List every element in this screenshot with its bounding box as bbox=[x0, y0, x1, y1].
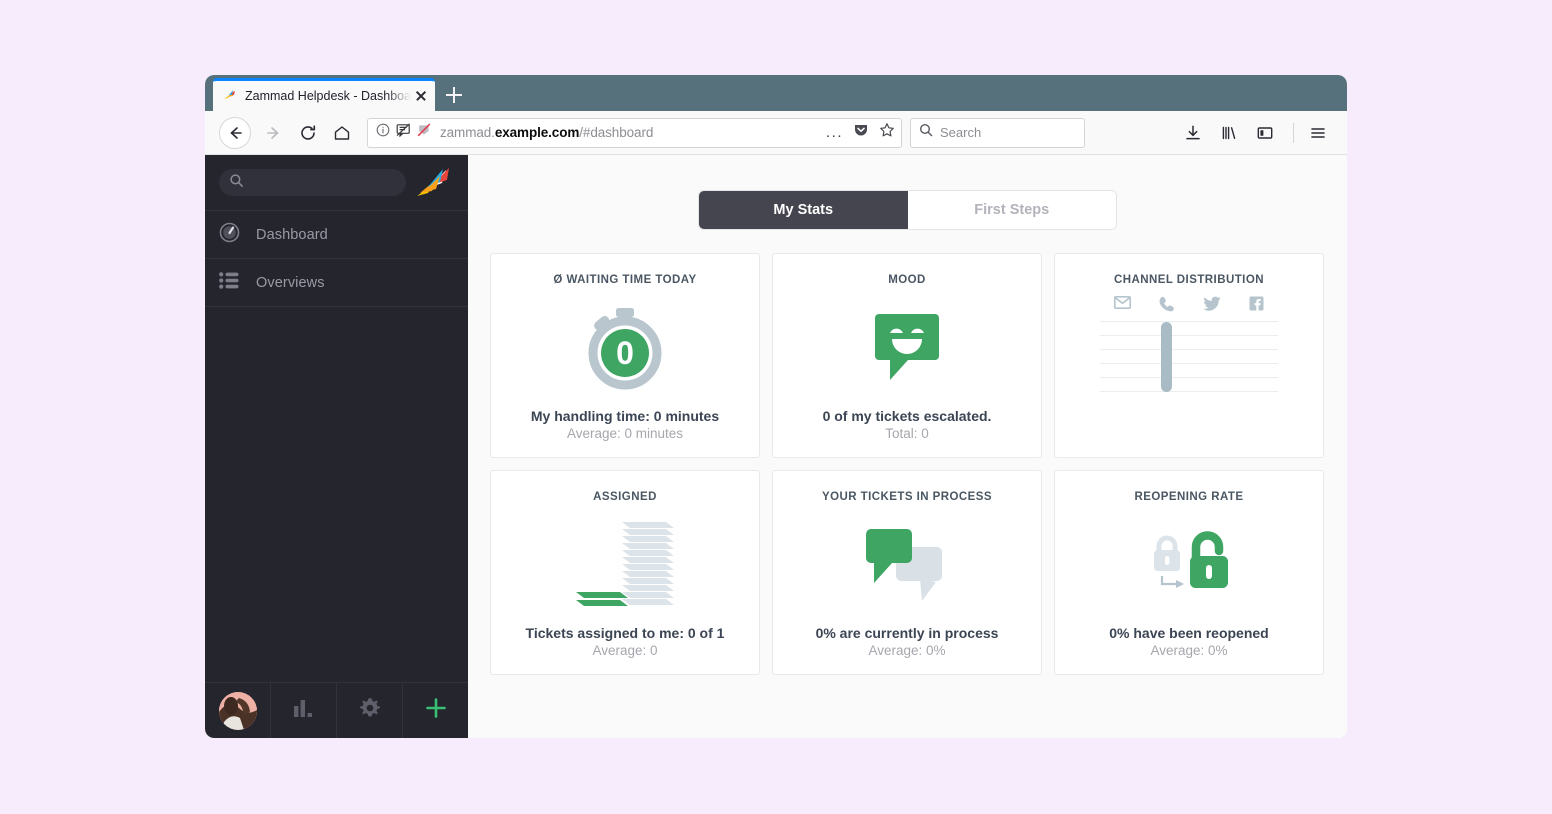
two-speech-bubbles-icon bbox=[773, 503, 1041, 625]
reload-icon[interactable] bbox=[293, 118, 323, 148]
new-tab-button[interactable] bbox=[441, 83, 467, 107]
card-title: ASSIGNED bbox=[593, 491, 657, 503]
pocket-icon[interactable] bbox=[853, 122, 869, 143]
back-arrow-icon[interactable] bbox=[219, 117, 251, 149]
channel-bar-chart bbox=[1100, 321, 1278, 393]
sidebar-bottom-bar bbox=[205, 682, 468, 738]
card-title: REOPENING RATE bbox=[1135, 491, 1244, 503]
library-icon[interactable] bbox=[1214, 118, 1244, 148]
card-reopening-rate[interactable]: REOPENING RATE bbox=[1054, 470, 1324, 675]
stopwatch-value: 0 bbox=[616, 335, 634, 371]
sidebar-item-label: Dashboard bbox=[256, 227, 328, 243]
reporting-button[interactable] bbox=[271, 683, 337, 738]
user-avatar-image bbox=[219, 692, 257, 730]
stats-card-grid: Ø WAITING TIME TODAY 0 My handling time:… bbox=[490, 253, 1330, 675]
card-sub-text: Total: 0 bbox=[885, 426, 929, 441]
tab-first-steps[interactable]: First Steps bbox=[908, 191, 1117, 229]
sidebar-spacer bbox=[205, 306, 468, 682]
card-channel-distribution[interactable]: CHANNEL DISTRIBUTION bbox=[1054, 253, 1324, 458]
card-main-text: 0% are currently in process bbox=[816, 625, 999, 641]
browser-search-box[interactable]: Search bbox=[910, 118, 1085, 148]
card-title: MOOD bbox=[888, 274, 926, 286]
close-icon[interactable] bbox=[413, 88, 429, 104]
stats-tab-switcher: My Stats First Steps bbox=[699, 191, 1116, 229]
app-sidebar: Dashboard Overviews bbox=[205, 155, 468, 738]
search-icon bbox=[919, 123, 933, 142]
sidebar-item-label: Overviews bbox=[256, 275, 325, 291]
zammad-logo bbox=[416, 166, 456, 200]
bookmark-star-icon[interactable] bbox=[879, 122, 895, 143]
browser-search-placeholder: Search bbox=[940, 125, 981, 140]
browser-window: Zammad Helpdesk - Dashboa bbox=[205, 75, 1347, 738]
sidebar-item-dashboard[interactable]: Dashboard bbox=[205, 210, 468, 258]
card-title: CHANNEL DISTRIBUTION bbox=[1114, 274, 1264, 286]
card-mood[interactable]: MOOD 0 of my tickets escalated. Total: 0 bbox=[772, 253, 1042, 458]
sidebar-search-input[interactable] bbox=[219, 169, 406, 196]
tracking-protection-disabled-icon[interactable] bbox=[417, 123, 431, 142]
card-sub-text: Average: 0 minutes bbox=[567, 426, 683, 441]
card-sub-text: Average: 0 bbox=[592, 643, 657, 658]
chart-bar-phone bbox=[1161, 322, 1172, 392]
url-bar[interactable]: zammad.example.com/#dashboard ... bbox=[367, 118, 902, 148]
email-icon bbox=[1114, 296, 1131, 317]
page-actions-icon[interactable]: ... bbox=[826, 128, 843, 138]
browser-tab-title: Zammad Helpdesk - Dashboa bbox=[245, 81, 411, 111]
list-icon bbox=[219, 272, 240, 294]
smiley-speech-bubble-icon bbox=[773, 286, 1041, 408]
card-waiting-time[interactable]: Ø WAITING TIME TODAY 0 My handling time:… bbox=[490, 253, 760, 458]
card-main-text: My handling time: 0 minutes bbox=[531, 408, 719, 424]
facebook-icon bbox=[1249, 296, 1264, 317]
settings-button[interactable] bbox=[337, 683, 403, 738]
bar-chart-icon bbox=[293, 698, 315, 723]
info-icon[interactable] bbox=[376, 123, 390, 142]
browser-toolbar: zammad.example.com/#dashboard ... bbox=[205, 111, 1347, 155]
card-main-text: 0% have been reopened bbox=[1109, 625, 1269, 641]
card-sub-text: Average: 0% bbox=[868, 643, 945, 658]
dashboard-gauge-icon bbox=[219, 222, 240, 248]
toolbar-divider bbox=[1293, 123, 1294, 143]
dashboard-content: My Stats First Steps Ø WAITING TIME TODA… bbox=[468, 155, 1347, 738]
home-icon[interactable] bbox=[327, 118, 357, 148]
twitter-icon bbox=[1203, 296, 1221, 317]
paper-stack-icon bbox=[491, 503, 759, 625]
sidebar-icon[interactable] bbox=[1250, 118, 1280, 148]
new-button[interactable] bbox=[403, 683, 468, 738]
lock-unlock-icon bbox=[1055, 503, 1323, 625]
tab-my-stats[interactable]: My Stats bbox=[699, 191, 908, 229]
card-sub-text: Average: 0% bbox=[1150, 643, 1227, 658]
channel-icon-row bbox=[1100, 296, 1278, 317]
sidebar-header bbox=[205, 155, 468, 210]
card-title: Ø WAITING TIME TODAY bbox=[553, 274, 696, 286]
sidebar-item-overviews[interactable]: Overviews bbox=[205, 258, 468, 306]
zammad-app: Dashboard Overviews bbox=[205, 155, 1347, 738]
browser-tabstrip: Zammad Helpdesk - Dashboa bbox=[205, 75, 1347, 111]
gear-icon bbox=[359, 697, 381, 724]
reader-mode-icon[interactable] bbox=[396, 123, 411, 142]
stopwatch-icon: 0 bbox=[491, 286, 759, 408]
search-icon bbox=[229, 173, 244, 193]
url-text: zammad.example.com/#dashboard bbox=[440, 125, 820, 140]
hamburger-menu-icon[interactable] bbox=[1303, 118, 1333, 148]
card-assigned[interactable]: ASSIGNED bbox=[490, 470, 760, 675]
card-tickets-in-process[interactable]: YOUR TICKETS IN PROCESS 0% are currently… bbox=[772, 470, 1042, 675]
phone-icon bbox=[1159, 296, 1174, 317]
forward-arrow-icon[interactable] bbox=[259, 118, 289, 148]
card-main-text: 0 of my tickets escalated. bbox=[823, 408, 992, 424]
card-main-text: Tickets assigned to me: 0 of 1 bbox=[526, 625, 725, 641]
avatar[interactable] bbox=[205, 683, 271, 738]
zammad-bird-icon bbox=[222, 88, 238, 104]
card-title: YOUR TICKETS IN PROCESS bbox=[822, 491, 992, 503]
browser-tab[interactable]: Zammad Helpdesk - Dashboa bbox=[213, 78, 435, 111]
download-icon[interactable] bbox=[1178, 118, 1208, 148]
plus-icon bbox=[424, 696, 448, 725]
